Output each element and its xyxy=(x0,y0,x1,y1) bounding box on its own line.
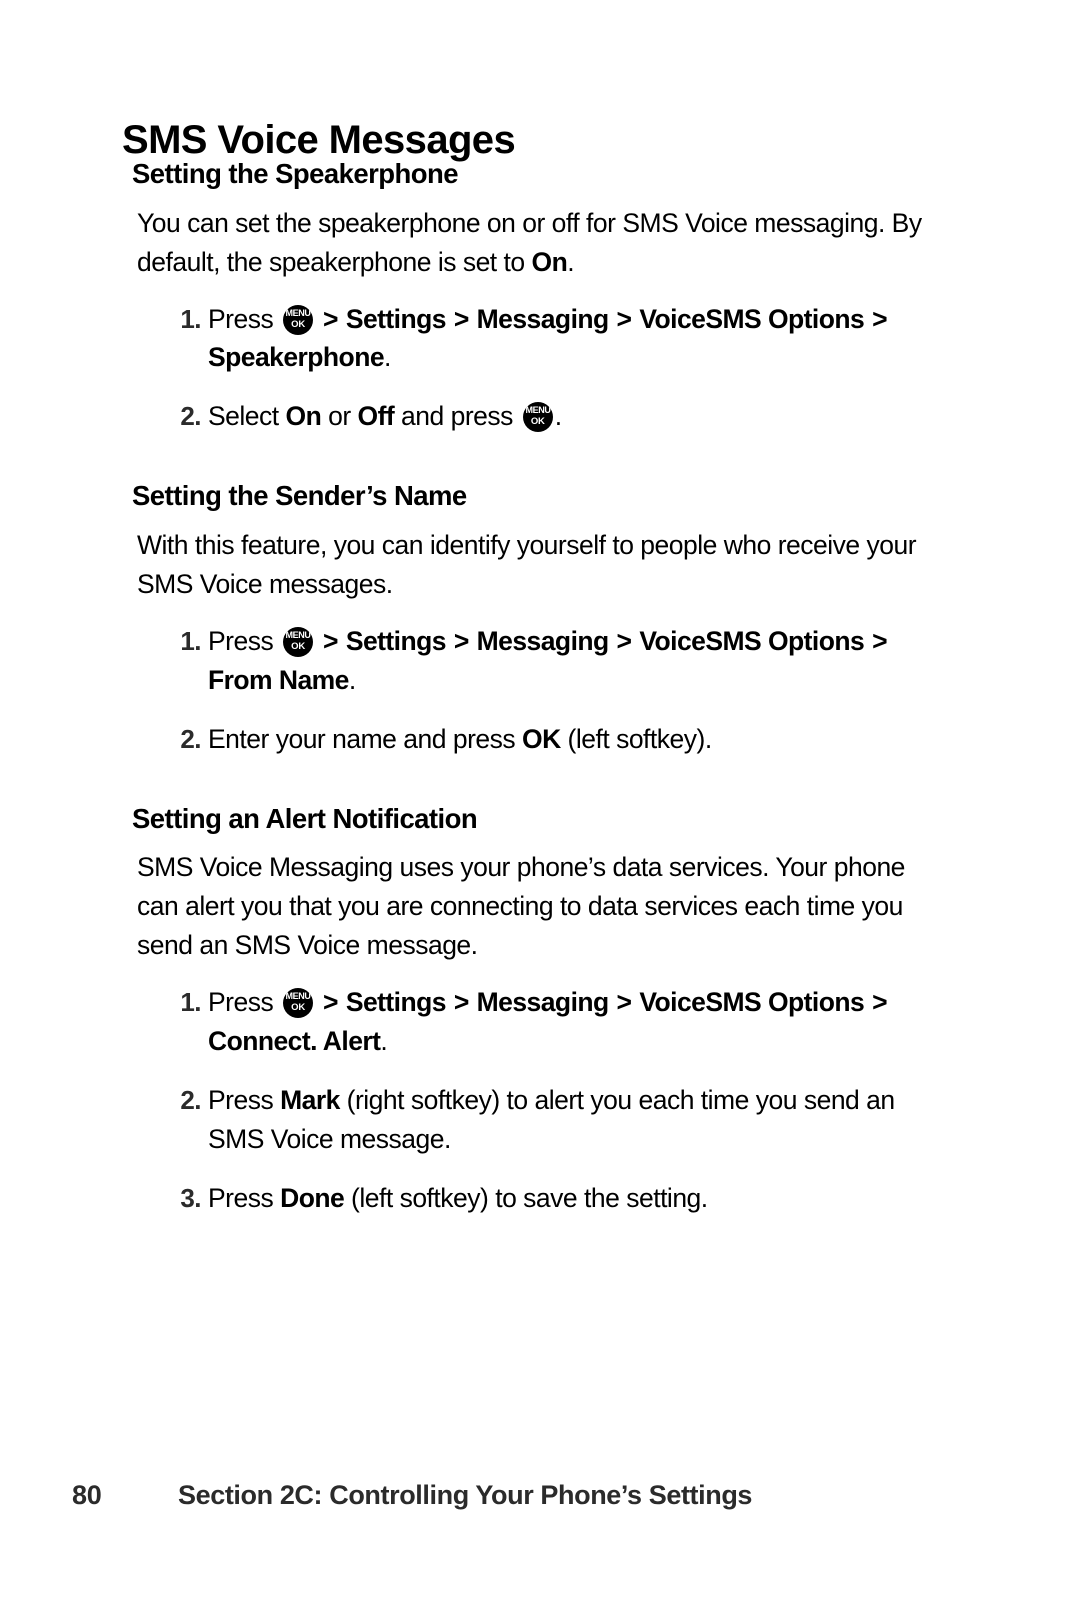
menu-path-token: VoiceSMS Options xyxy=(639,987,865,1018)
section-paragraph: You can set the speakerphone on or off f… xyxy=(137,207,922,277)
step-list: 1. Press MENU OK > Settings > Messaging > … xyxy=(0,983,1080,1218)
footer-page-number: 80 xyxy=(72,1480,102,1510)
chevron-separator-icon: > xyxy=(865,987,888,1018)
step-list: 1. Press MENU OK > Settings > Messaging > … xyxy=(0,622,1080,759)
footer-section-label: Section 2C: Controlling Your Phone’s Set… xyxy=(178,1480,753,1510)
menu-key-top-label: MENU xyxy=(525,405,551,417)
step-text: . xyxy=(554,401,562,432)
step-list: 1. Press MENU OK > Settings > Messaging > … xyxy=(0,300,1080,437)
step-text: Press xyxy=(208,625,281,656)
step-text: . xyxy=(384,342,391,373)
chevron-separator-icon: > xyxy=(446,987,476,1018)
chevron-separator-icon: > xyxy=(316,987,345,1018)
menu-path-token: Done xyxy=(280,1183,345,1214)
chevron-separator-icon: > xyxy=(609,625,639,656)
chevron-separator-icon: > xyxy=(316,625,345,656)
step-list-item: 2. Press Mark (right softkey) to alert yo… xyxy=(0,1081,916,1159)
step-text: Press xyxy=(208,987,281,1018)
document-section: Setting the Sender’s Name With this featu… xyxy=(0,480,1080,758)
step-text: Press xyxy=(208,1183,281,1214)
step-number: 3. xyxy=(180,1183,201,1214)
chevron-separator-icon: > xyxy=(446,625,476,656)
document-section: Setting an Alert Notification SMS Voice M… xyxy=(0,803,1080,1218)
menu-ok-key-icon: MENU OK xyxy=(283,988,314,1019)
menu-path-token: Settings xyxy=(345,625,447,656)
page-title: SMS Voice Messages xyxy=(122,117,516,162)
emphasis-text: On xyxy=(531,246,568,277)
step-list-item: 1. Press MENU OK > Settings > Messaging > … xyxy=(0,300,916,378)
page-content: Setting the Speakerphone You can set the … xyxy=(0,158,1080,1218)
step-text: . xyxy=(380,1026,388,1057)
page-footer: 80 Section 2C: Controlling Your Phone’s … xyxy=(0,1480,1080,1540)
chevron-separator-icon: > xyxy=(865,625,888,656)
document-page: SMS Voice Messages Setting the Speakerph… xyxy=(0,0,1080,1620)
menu-key-bottom-label: OK xyxy=(530,416,545,428)
step-number: 2. xyxy=(180,723,201,754)
step-text: Press xyxy=(208,1085,281,1116)
step-text: . xyxy=(348,664,356,695)
chevron-separator-icon: > xyxy=(865,303,888,334)
step-text: (left softkey) to save the setting. xyxy=(344,1183,708,1214)
step-text: Enter your name and press xyxy=(208,723,523,754)
step-number: 2. xyxy=(180,1085,201,1116)
menu-path-token: VoiceSMS Options xyxy=(639,625,865,656)
menu-path-token: Off xyxy=(357,401,395,432)
menu-path-token: Mark xyxy=(280,1085,340,1116)
step-list-item: 1. Press MENU OK > Settings > Messaging > … xyxy=(0,622,916,700)
chevron-separator-icon: > xyxy=(609,303,639,334)
menu-path-token: VoiceSMS Options xyxy=(639,303,865,334)
menu-path-token: Messaging xyxy=(476,625,610,656)
menu-path-token: Messaging xyxy=(476,987,610,1018)
step-text: (left softkey). xyxy=(560,723,713,754)
menu-path-token: Speakerphone xyxy=(208,342,385,373)
chevron-separator-icon: > xyxy=(316,303,345,334)
menu-path-token: From Name xyxy=(208,664,349,695)
menu-key-top-label: MENU xyxy=(285,307,311,319)
step-text: Press xyxy=(208,303,281,334)
menu-key-bottom-label: OK xyxy=(291,318,306,330)
step-number: 1. xyxy=(180,303,201,334)
section-heading: Setting the Speakerphone xyxy=(132,158,459,189)
step-list-item: 2. Select On or Off and press MENU OK. xyxy=(0,397,916,436)
menu-key-bottom-label: OK xyxy=(291,1002,306,1014)
chevron-separator-icon: > xyxy=(446,303,476,334)
menu-path-token: Connect. Alert xyxy=(208,1026,381,1057)
step-text: Select xyxy=(208,401,286,432)
menu-ok-key-icon: MENU OK xyxy=(283,304,314,335)
menu-path-token: Messaging xyxy=(476,303,610,334)
step-number: 1. xyxy=(180,987,201,1018)
document-section: Setting the Speakerphone You can set the … xyxy=(0,158,1080,436)
step-text: or xyxy=(321,401,358,432)
step-number: 1. xyxy=(180,625,201,656)
menu-path-token: Settings xyxy=(345,303,447,334)
section-heading: Setting an Alert Notification xyxy=(132,802,478,834)
menu-ok-key-icon: MENU OK xyxy=(283,626,314,657)
menu-key-bottom-label: OK xyxy=(291,640,306,652)
section-heading: Setting the Sender’s Name xyxy=(132,480,467,512)
step-number: 2. xyxy=(180,401,201,432)
section-paragraph: With this feature, you can identify your… xyxy=(137,530,917,599)
step-list-item: 1. Press MENU OK > Settings > Messaging > … xyxy=(0,983,916,1061)
menu-path-token: Settings xyxy=(345,987,447,1018)
menu-path-token: OK xyxy=(522,723,561,754)
menu-ok-key-icon: MENU OK xyxy=(522,402,553,433)
step-list-item: 2. Enter your name and press OK (left sof… xyxy=(0,720,916,759)
menu-key-top-label: MENU xyxy=(285,629,311,641)
menu-key-top-label: MENU xyxy=(285,991,311,1003)
step-text: and press xyxy=(394,401,520,432)
menu-path-token: On xyxy=(285,401,322,432)
sections-container: Setting the Speakerphone You can set the … xyxy=(0,158,1080,1218)
step-list-item: 3. Press Done (left softkey) to save the … xyxy=(0,1179,916,1218)
section-paragraph: SMS Voice Messaging uses your phone’s da… xyxy=(137,852,905,961)
chevron-separator-icon: > xyxy=(609,987,639,1018)
